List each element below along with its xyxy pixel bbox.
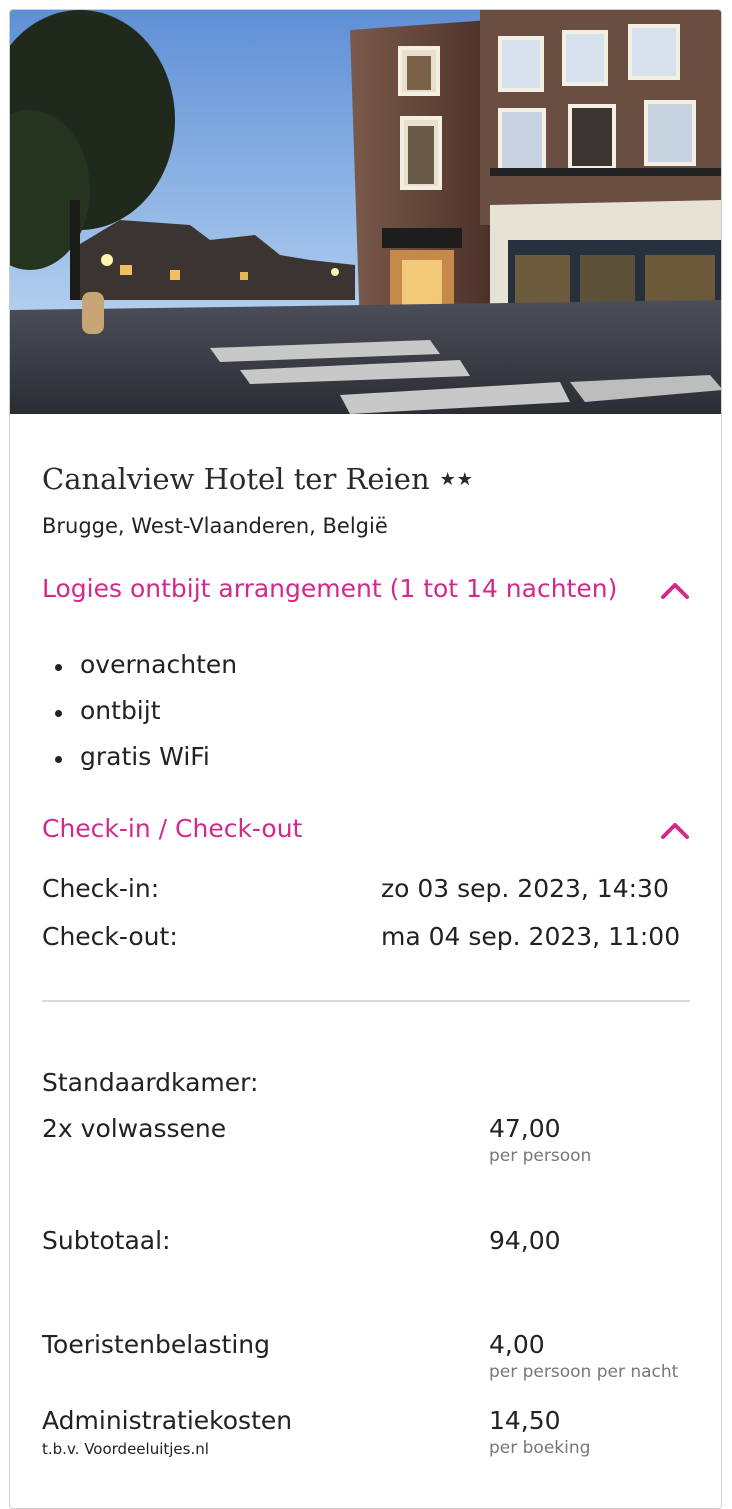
package-features: overnachten ontbijt gratis WiFi bbox=[42, 650, 237, 788]
checkin-value: zo 03 sep. 2023, 14:30 bbox=[381, 874, 669, 903]
tax-label: Toeristenbelasting bbox=[42, 1330, 270, 1359]
checkin-label: Check-in: bbox=[42, 874, 160, 903]
list-item: ontbijt bbox=[42, 696, 237, 742]
hotel-card: Canalview Hotel ter Reien ★★ Brugge, West… bbox=[9, 9, 722, 1509]
hotel-name-text: Canalview Hotel ter Reien bbox=[42, 462, 430, 496]
hotel-location: Brugge, West-Vlaanderen, België bbox=[42, 514, 388, 538]
subtotal-value: 94,00 bbox=[489, 1226, 561, 1255]
adults-price: 47,00 bbox=[489, 1114, 561, 1143]
hotel-name: Canalview Hotel ter Reien ★★ bbox=[42, 462, 474, 496]
subtotal-label: Subtotaal: bbox=[42, 1226, 171, 1255]
checkout-label: Check-out: bbox=[42, 922, 178, 951]
checkout-value: ma 04 sep. 2023, 11:00 bbox=[381, 922, 681, 951]
tax-price: 4,00 bbox=[489, 1330, 545, 1359]
admin-fee-unit: per boeking bbox=[489, 1438, 591, 1458]
list-item: gratis WiFi bbox=[42, 742, 237, 788]
hotel-stars: ★★ bbox=[439, 469, 474, 490]
adults-label: 2x volwassene bbox=[42, 1114, 227, 1143]
list-item: overnachten bbox=[42, 650, 237, 696]
chevron-up-icon[interactable] bbox=[660, 820, 690, 840]
admin-fee-sublabel: t.b.v. Voordeeluitjes.nl bbox=[42, 1440, 209, 1458]
tax-price-unit: per persoon per nacht bbox=[489, 1362, 679, 1382]
package-section-toggle[interactable]: Logies ontbijt arrangement (1 tot 14 nac… bbox=[42, 574, 690, 608]
admin-fee-price: 14,50 bbox=[489, 1406, 561, 1435]
adults-price-unit: per persoon bbox=[489, 1146, 592, 1166]
hotel-photo bbox=[10, 10, 721, 414]
room-type-label: Standaardkamer: bbox=[42, 1068, 259, 1097]
admin-fee-label: Administratiekosten bbox=[42, 1406, 293, 1435]
package-title: Logies ontbijt arrangement (1 tot 14 nac… bbox=[42, 574, 618, 603]
chevron-up-icon[interactable] bbox=[660, 580, 690, 600]
checkin-title: Check-in / Check-out bbox=[42, 814, 303, 843]
checkin-section-toggle[interactable]: Check-in / Check-out bbox=[42, 814, 690, 848]
section-divider bbox=[42, 1000, 690, 1002]
